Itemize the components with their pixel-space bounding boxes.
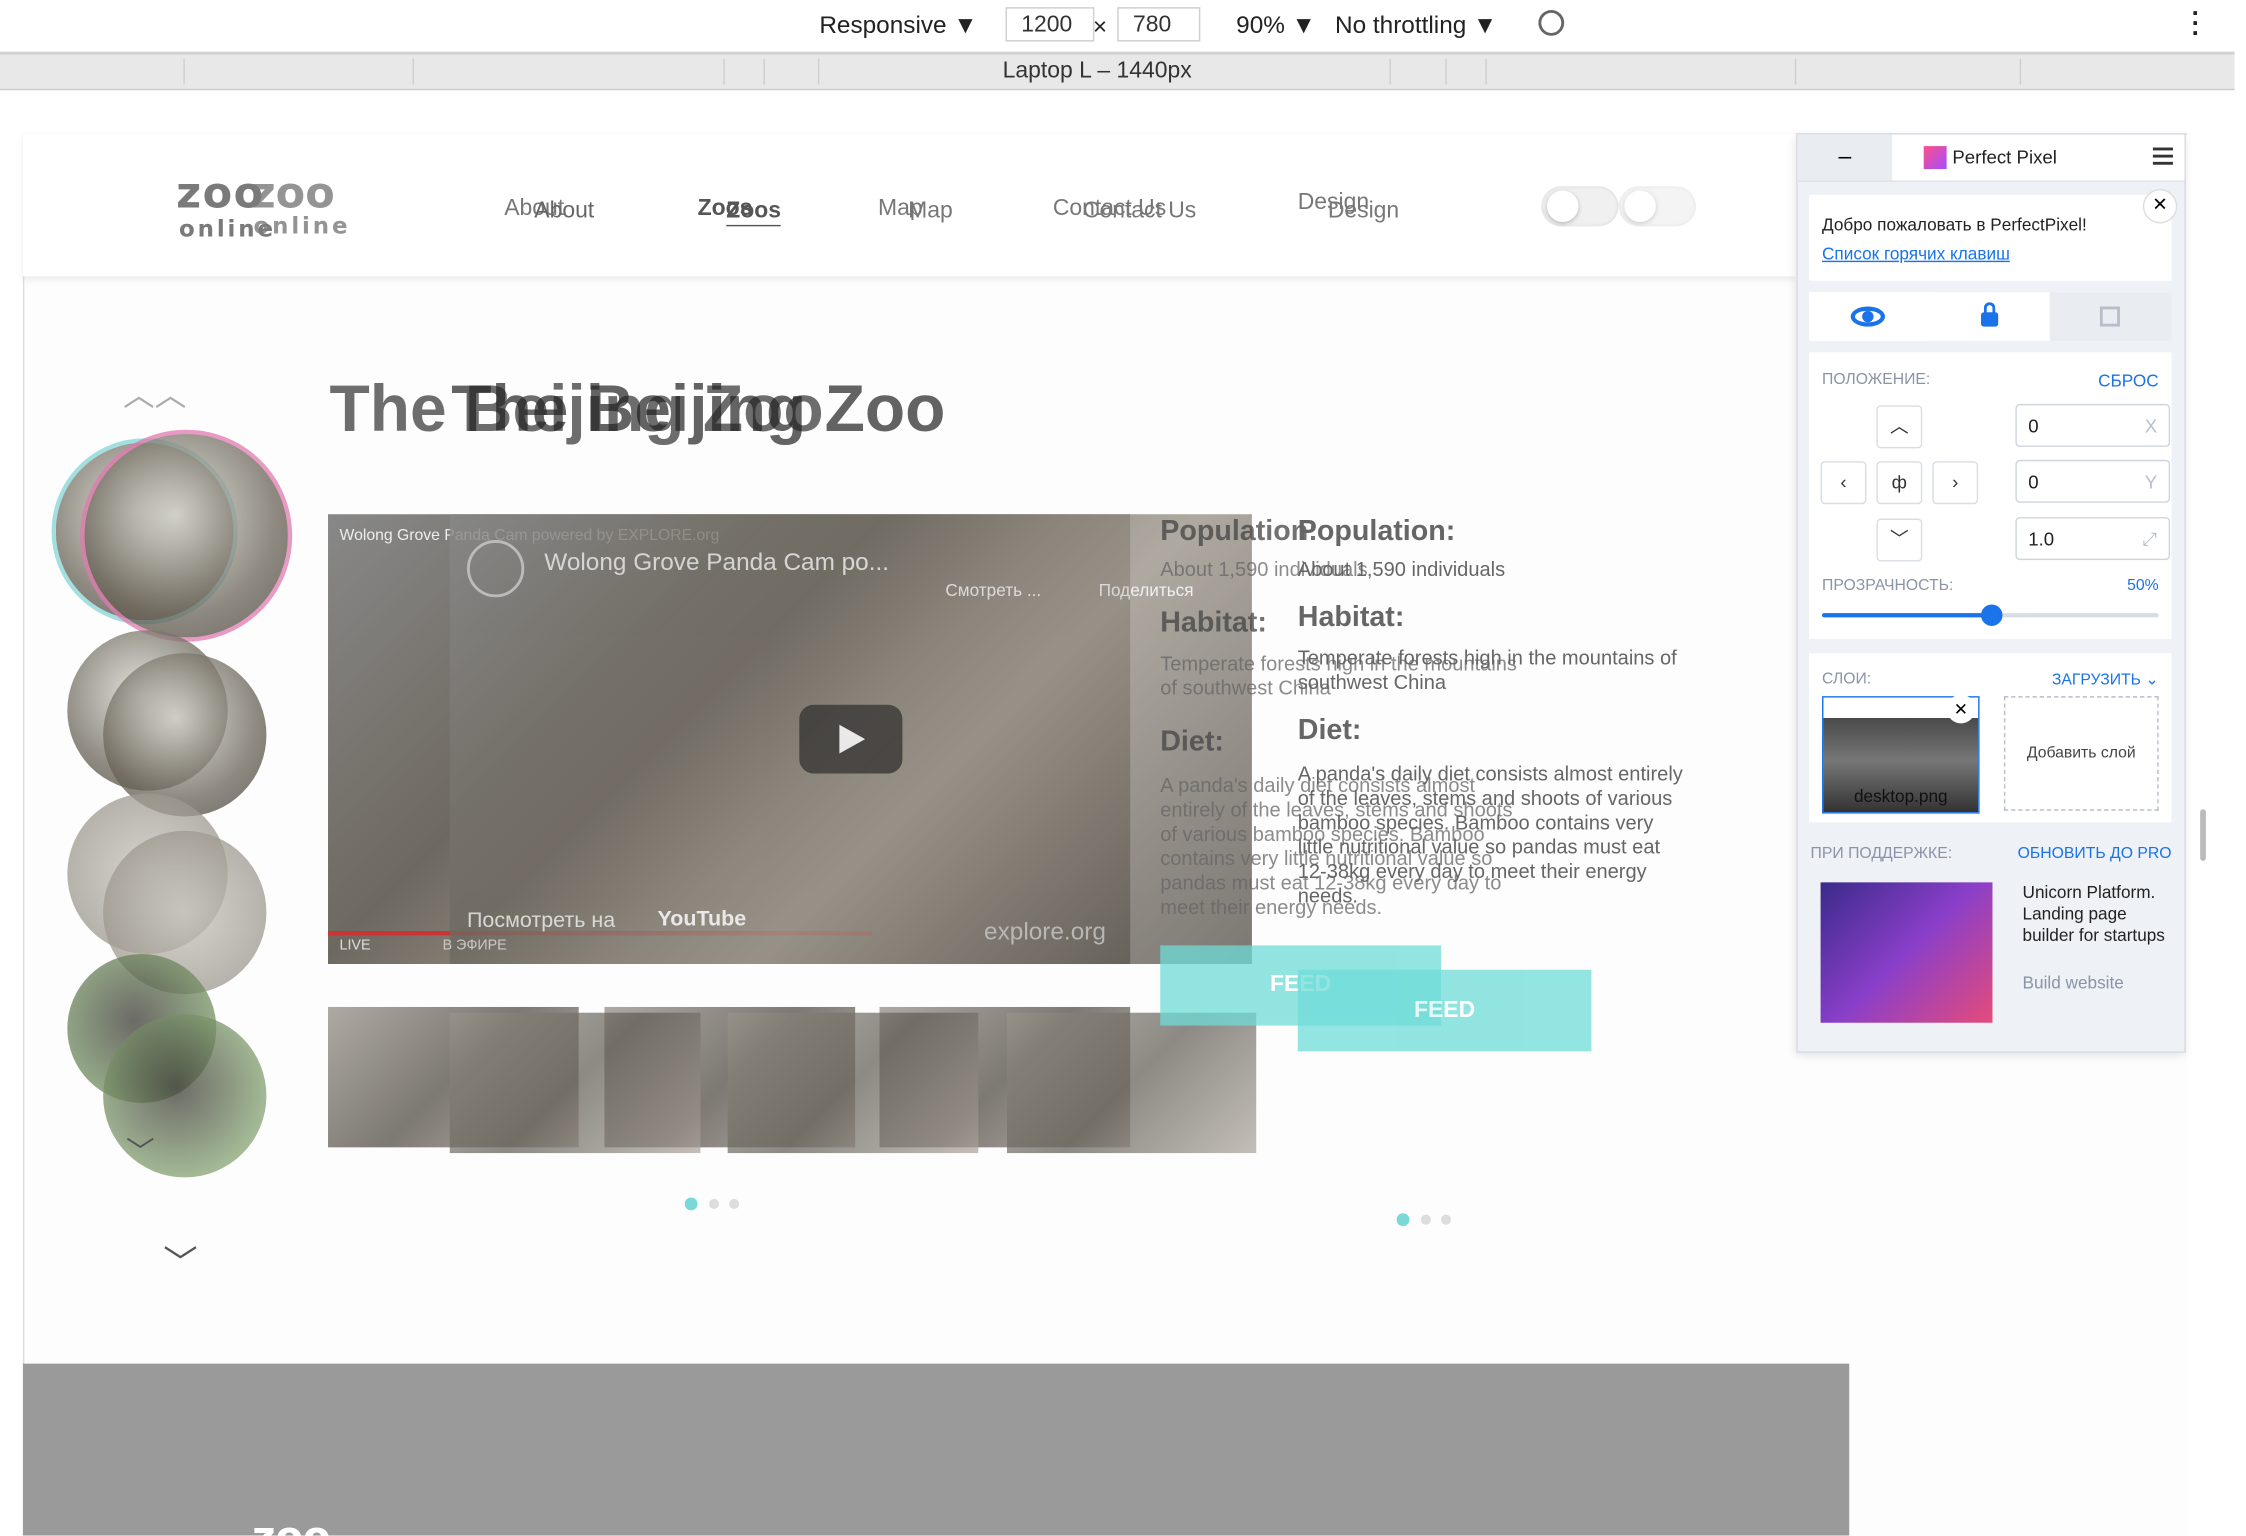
device-toolbar: Responsive ▼ 1200 × 780 90% ▼ No throttl… [0, 0, 2235, 53]
rotate-icon[interactable] [1538, 10, 1565, 36]
dimension-separator: × [1092, 12, 1108, 41]
move-up-button[interactable]: ︿ [1876, 405, 1923, 449]
resize-handle[interactable] [2200, 809, 2206, 861]
play-icon [839, 724, 866, 754]
carousel-dot-active-overlay [1396, 1213, 1410, 1227]
carousel-dot[interactable] [709, 1198, 720, 1209]
upload-button[interactable]: ЗАГРУЗИТЬ ⌄ [2052, 670, 2159, 689]
scale-input[interactable]: 1.0 ⤢ [2015, 517, 2171, 561]
device-select[interactable]: Responsive ▼ [819, 11, 977, 40]
theme-toggle[interactable] [1541, 186, 1619, 227]
carousel-dot[interactable] [729, 1198, 740, 1209]
position-label: ПОЛОЖЕНИЕ: [1822, 370, 1931, 389]
habitat-text-overlay: Temperate forests high in the mountains … [1297, 646, 1677, 694]
hotkeys-link[interactable]: Список горячих клавиш [1822, 244, 2010, 264]
opacity-label: ПРОЗРАЧНОСТЬ: [1822, 577, 1954, 595]
center-button[interactable]: ф [1876, 461, 1923, 505]
chevron-up-icon[interactable]: ︿︿ [123, 370, 186, 416]
nav-zoos-overlay: Zoos [726, 199, 781, 227]
reset-link[interactable]: СБРОС [2098, 371, 2159, 391]
nav-contact-overlay: Contact Us [1082, 199, 1197, 224]
opacity-slider-thumb[interactable] [1980, 604, 2002, 626]
ad-image[interactable] [1820, 882, 1993, 1023]
diet-text-overlay: A panda's daily diet consists almost ent… [1297, 762, 1683, 907]
youtube-logo[interactable]: YouTube [657, 907, 746, 931]
watch-on-label[interactable]: Посмотреть на [467, 908, 615, 932]
mode-toolbar [1809, 292, 2172, 341]
layers-card: СЛОИ: ЗАГРУЗИТЬ ⌄ desktop.png ✕ Добавить… [1809, 653, 2172, 823]
invert-toggle[interactable] [2049, 292, 2172, 341]
live-label: LIVE [339, 938, 371, 954]
theme-toggle-overlay [1618, 186, 1696, 227]
play-button[interactable] [799, 704, 903, 774]
explore-watermark: explore.org [984, 918, 1106, 946]
welcome-text: Добро пожаловать в PerfectPixel! [1822, 214, 2087, 235]
nav-map-overlay: Map [908, 199, 953, 224]
carousel-dot-overlay [1440, 1214, 1452, 1225]
move-down-button[interactable]: ﹀ [1876, 518, 1923, 562]
height-input[interactable]: 780 [1117, 7, 1201, 42]
video-thumbnail-overlay [727, 1012, 979, 1154]
add-layer-button[interactable]: Добавить слой [2003, 696, 2159, 811]
population-text-overlay: About 1,590 individuals [1297, 557, 1506, 581]
move-left-button[interactable]: ‹ [1820, 461, 1867, 505]
layers-label: СЛОИ: [1822, 670, 1872, 688]
invert-icon [2099, 306, 2120, 327]
ad-cta[interactable]: Build website [2023, 973, 2124, 993]
video-player-overlay: Wolong Grove Panda Cam po... Смотреть ..… [443, 514, 1252, 965]
animal-info-overlay: Population: About 1,590 individuals Habi… [1298, 516, 1685, 908]
channel-avatar-icon [466, 540, 525, 598]
media-query-ruler: Laptop L – 1440px [0, 52, 2235, 91]
page-title-overlay: The Beijing Zoo [451, 370, 946, 446]
nav-about-overlay: About [534, 199, 595, 224]
diet-heading-overlay: Diet: [1297, 714, 1362, 747]
opacity-value: 50% [2127, 577, 2159, 595]
video-title: Wolong Grove Panda Cam po... [544, 548, 890, 576]
brand-name: Perfect Pixel [1952, 146, 2057, 168]
ruler-label: Laptop L – 1440px [1002, 58, 1192, 84]
x-input[interactable]: 0X [2015, 403, 2171, 447]
visibility-toggle[interactable] [1809, 292, 1930, 341]
logo-subtitle-overlay: online [253, 211, 351, 240]
welcome-card: Добро пожаловать в PerfectPixel! Список … [1809, 189, 2178, 281]
more-options-icon[interactable]: · · · [2192, 0, 2201, 46]
watch-later-label[interactable]: Смотреть ... [945, 580, 1041, 600]
support-label: ПРИ ПОДДЕРЖКЕ: [1810, 845, 1953, 863]
perfect-pixel-panel: – Perfect Pixel Добро пожаловать в Perfe… [1796, 133, 2186, 1053]
opacity-slider[interactable] [1822, 604, 2159, 626]
move-right-button[interactable]: › [1932, 461, 1979, 505]
upgrade-link[interactable]: ОБНОВИТЬ ДО PRO [2018, 845, 2172, 862]
y-input[interactable]: 0Y [2015, 459, 2171, 503]
feed-button-overlay: FEED [1297, 969, 1592, 1052]
layer-name: desktop.png [1853, 786, 1948, 807]
menu-icon[interactable] [2152, 147, 2173, 151]
population-heading-overlay: Population: [1297, 515, 1456, 548]
close-icon[interactable]: ✕ [2142, 189, 2178, 224]
carousel-dot-active[interactable] [684, 1197, 698, 1211]
site-footer: zoo [22, 1363, 1850, 1536]
eagle-avatar-overlay [103, 653, 267, 817]
width-input[interactable]: 1200 [1005, 7, 1095, 42]
video-thumbnail-overlay [1006, 1012, 1257, 1154]
remove-layer-icon[interactable]: ✕ [1946, 694, 1976, 724]
minimize-button[interactable]: – [1797, 134, 1893, 181]
position-card: ПОЛОЖЕНИЕ: СБРОС ︿ ‹ ф › ﹀ 0X 0Y 1.0 ⤢ ПР… [1809, 352, 2172, 639]
ad-title[interactable]: Unicorn Platform. Landing page builder f… [2023, 882, 2178, 946]
lock-toggle[interactable] [1929, 292, 2049, 341]
chevron-down-icon[interactable]: ﹀ [126, 1129, 155, 1171]
panda-avatar[interactable] [80, 429, 293, 642]
footer-logo[interactable]: zoo [252, 1513, 330, 1536]
nav-design-overlay: Design [1327, 199, 1400, 224]
live-ru-label: В ЭФИРЕ [442, 938, 507, 954]
chevron-down-icon-overlay: ﹀ [163, 1244, 198, 1284]
video-thumbnail-overlay [449, 1012, 701, 1154]
zoom-select[interactable]: 90% ▼ [1236, 11, 1316, 40]
habitat-heading-overlay: Habitat: [1297, 601, 1405, 634]
panel-header: – Perfect Pixel [1797, 134, 2185, 182]
carousel-dot-overlay [1420, 1214, 1431, 1225]
throttling-select[interactable]: No throttling ▼ [1335, 11, 1497, 40]
layer-thumbnail[interactable]: desktop.png ✕ [1822, 694, 1980, 814]
perfect-pixel-logo-icon [1923, 146, 1947, 170]
